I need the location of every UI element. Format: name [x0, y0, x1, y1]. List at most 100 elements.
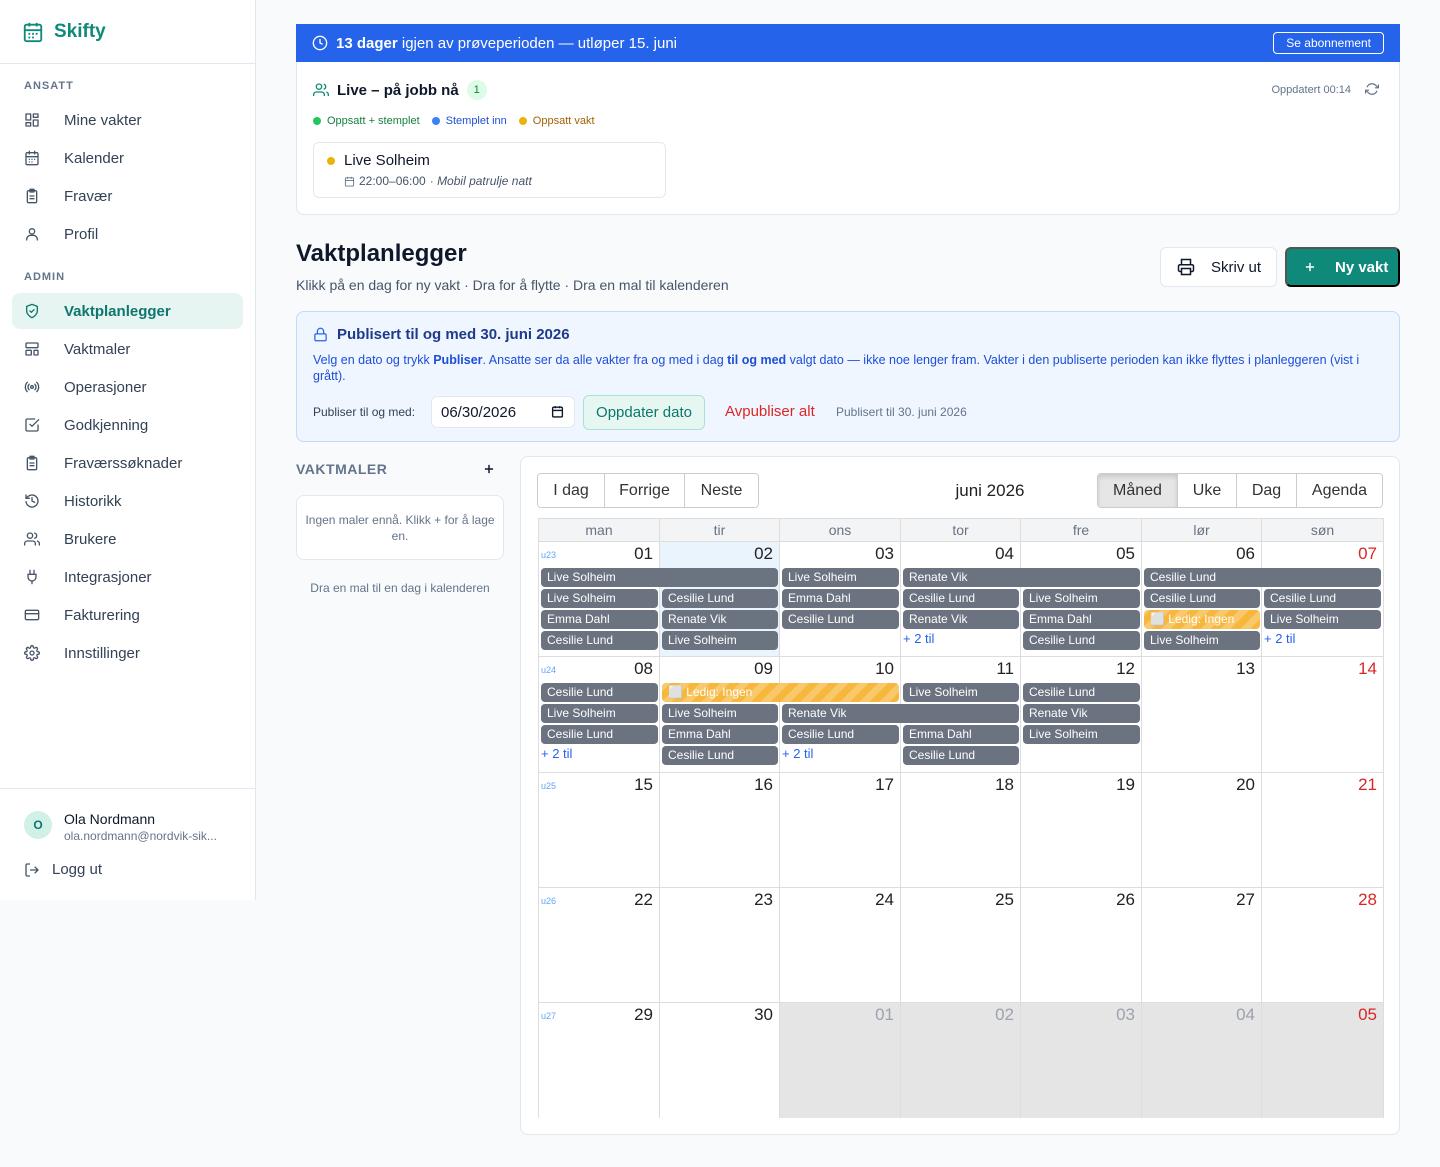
shift-event[interactable]: Live Solheim: [782, 568, 899, 587]
day-number[interactable]: 03: [1116, 1005, 1135, 1025]
day-number[interactable]: 17: [875, 775, 894, 795]
shift-event[interactable]: Cesilie Lund: [1264, 589, 1381, 608]
print-button[interactable]: Skriv ut: [1160, 247, 1277, 287]
shift-event[interactable]: Cesilie Lund: [903, 746, 1019, 766]
day-cell[interactable]: 27: [1142, 887, 1262, 1004]
sidebar-item-innstillinger[interactable]: Innstillinger: [12, 635, 243, 671]
day-number[interactable]: 19: [1116, 775, 1135, 795]
day-number[interactable]: 09: [754, 659, 773, 679]
shift-event[interactable]: Emma Dahl: [782, 589, 899, 608]
day-cell[interactable]: 26: [1021, 887, 1142, 1004]
shift-event[interactable]: Emma Dahl: [1023, 610, 1140, 629]
sidebar-item-vaktplanlegger[interactable]: Vaktplanlegger: [12, 293, 243, 329]
shift-event[interactable]: Renate Vik: [903, 568, 1140, 587]
shift-event[interactable]: Cesilie Lund: [541, 683, 658, 703]
day-number[interactable]: 13: [1236, 659, 1255, 679]
live-person-card[interactable]: Live Solheim 22:00–06:00 · Mobil patrulj…: [313, 142, 666, 198]
shift-event[interactable]: Emma Dahl: [541, 610, 658, 629]
view-agenda[interactable]: Agenda: [1297, 474, 1382, 507]
day-number[interactable]: 01: [875, 1005, 894, 1025]
day-number[interactable]: 12: [1116, 659, 1135, 679]
shift-event[interactable]: Live Solheim: [662, 631, 778, 650]
add-template-icon[interactable]: [482, 462, 496, 476]
day-cell[interactable]: 02: [901, 1003, 1021, 1119]
day-number[interactable]: 29: [634, 1005, 653, 1025]
shift-event[interactable]: Cesilie Lund: [1023, 683, 1140, 703]
shift-event[interactable]: Renate Vik: [782, 704, 1019, 724]
shift-event[interactable]: Renate Vik: [1023, 704, 1140, 724]
sidebar-item-integrasjoner[interactable]: Integrasjoner: [12, 559, 243, 595]
day-number[interactable]: 20: [1236, 775, 1255, 795]
day-cell[interactable]: 01: [780, 1003, 901, 1119]
sidebar-item-fraværssøknader[interactable]: Fraværssøknader: [12, 445, 243, 481]
day-number[interactable]: 08: [634, 659, 653, 679]
day-cell[interactable]: 15 u25: [539, 772, 660, 888]
day-number[interactable]: 11: [996, 659, 1014, 679]
day-cell[interactable]: 03: [1021, 1003, 1142, 1119]
day-cell[interactable]: 13: [1142, 657, 1262, 773]
logout-button[interactable]: Logg ut: [24, 861, 102, 878]
day-number[interactable]: 03: [875, 544, 894, 564]
week-number[interactable]: u27: [541, 1011, 556, 1021]
day-number[interactable]: 14: [1358, 659, 1377, 679]
view-måned[interactable]: Måned: [1098, 474, 1178, 507]
day-number[interactable]: 27: [1236, 890, 1255, 910]
shift-event[interactable]: Live Solheim: [1023, 725, 1140, 745]
shift-event[interactable]: Live Solheim: [1144, 631, 1260, 650]
shift-event[interactable]: Cesilie Lund: [1144, 568, 1381, 587]
shift-event[interactable]: Cesilie Lund: [1144, 589, 1260, 608]
day-cell[interactable]: 16: [660, 772, 780, 888]
day-number[interactable]: 06: [1236, 544, 1255, 564]
shift-event[interactable]: Emma Dahl: [903, 725, 1019, 745]
day-number[interactable]: 22: [634, 890, 653, 910]
shift-event[interactable]: Renate Vik: [662, 610, 778, 629]
update-date-button[interactable]: Oppdater dato: [583, 395, 705, 430]
sidebar-item-fakturering[interactable]: Fakturering: [12, 597, 243, 633]
day-cell[interactable]: 24: [780, 887, 901, 1004]
shift-event[interactable]: Cesilie Lund: [541, 725, 658, 745]
shift-event[interactable]: Cesilie Lund: [903, 589, 1019, 608]
brand[interactable]: Skifty: [0, 0, 255, 64]
sidebar-item-kalender[interactable]: Kalender: [12, 140, 243, 176]
refresh-icon[interactable]: [1365, 82, 1379, 96]
week-number[interactable]: u25: [541, 781, 556, 791]
calendar-picker-icon[interactable]: [551, 405, 564, 418]
day-cell[interactable]: 25: [901, 887, 1021, 1004]
day-cell[interactable]: 22 u26: [539, 887, 660, 1004]
day-number[interactable]: 25: [995, 890, 1014, 910]
view-uke[interactable]: Uke: [1178, 474, 1237, 507]
day-cell[interactable]: 23: [660, 887, 780, 1004]
shift-event[interactable]: Live Solheim: [541, 589, 658, 608]
shift-event[interactable]: Renate Vik: [903, 610, 1019, 629]
shift-event[interactable]: Cesilie Lund: [782, 610, 899, 629]
day-number[interactable]: 21: [1358, 775, 1377, 795]
open-shift-event[interactable]: ⬜ Ledig: Ingen: [662, 683, 899, 703]
day-cell[interactable]: 30: [660, 1003, 780, 1119]
day-number[interactable]: 26: [1116, 890, 1135, 910]
show-more-link[interactable]: + 2 til: [782, 746, 813, 761]
view-dag[interactable]: Dag: [1237, 474, 1297, 507]
day-number[interactable]: 24: [875, 890, 894, 910]
shift-event[interactable]: Cesilie Lund: [662, 746, 778, 766]
day-cell[interactable]: 28: [1262, 887, 1383, 1004]
day-cell[interactable]: 17: [780, 772, 901, 888]
day-cell[interactable]: 19: [1021, 772, 1142, 888]
sidebar-item-operasjoner[interactable]: Operasjoner: [12, 369, 243, 405]
sidebar-item-historikk[interactable]: Historikk: [12, 483, 243, 519]
day-cell[interactable]: 18: [901, 772, 1021, 888]
shift-event[interactable]: Cesilie Lund: [1023, 631, 1140, 650]
shift-event[interactable]: Live Solheim: [541, 568, 778, 587]
show-more-link[interactable]: + 2 til: [903, 631, 934, 646]
publish-date-input[interactable]: 06/30/2026: [431, 396, 575, 428]
day-number[interactable]: 01: [634, 544, 653, 564]
day-number[interactable]: 05: [1116, 544, 1135, 564]
shift-event[interactable]: Live Solheim: [1264, 610, 1381, 629]
shift-event[interactable]: Live Solheim: [541, 704, 658, 724]
shift-event[interactable]: Live Solheim: [903, 683, 1019, 703]
unpublish-button[interactable]: Avpubliser alt: [725, 403, 815, 420]
day-number[interactable]: 28: [1358, 890, 1377, 910]
sidebar-item-mine-vakter[interactable]: Mine vakter: [12, 102, 243, 138]
day-cell[interactable]: 04: [1142, 1003, 1262, 1119]
week-number[interactable]: u23: [541, 550, 556, 560]
day-number[interactable]: 05: [1358, 1005, 1377, 1025]
